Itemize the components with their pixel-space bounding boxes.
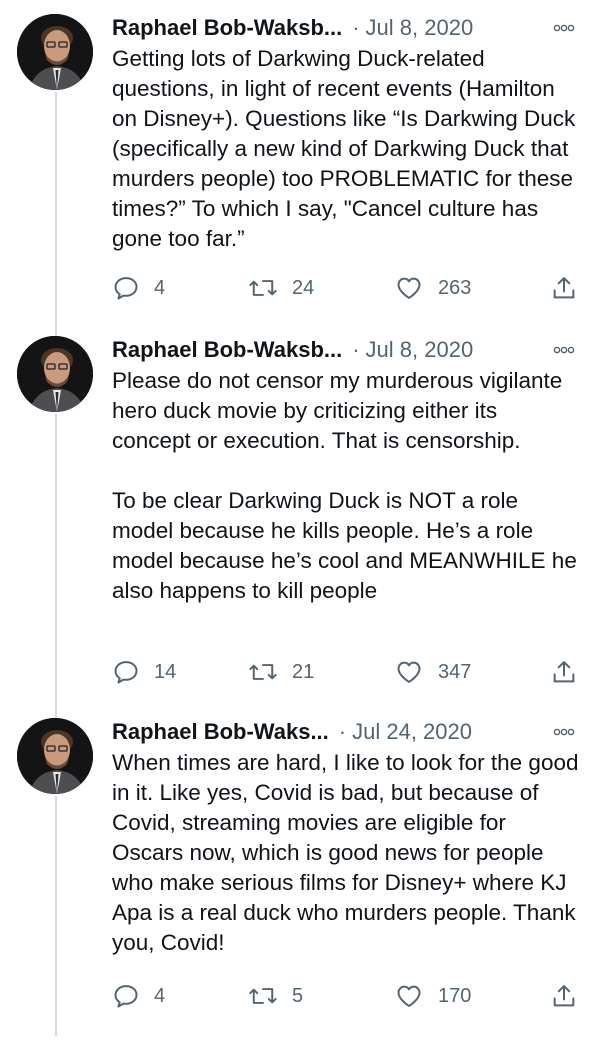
- like-button[interactable]: 170: [394, 979, 471, 1013]
- retweet-button[interactable]: 24: [248, 271, 314, 305]
- author-name[interactable]: Raphael Bob-Waks...: [112, 719, 329, 744]
- reply-icon: [114, 661, 138, 684]
- heart-icon: [397, 661, 421, 683]
- share-icon: [553, 277, 575, 299]
- tweet-text: When times are hard, I like to look for …: [112, 750, 585, 955]
- tweet-header: Raphael Bob-Waksb... · Jul 8, 2020: [112, 334, 579, 366]
- tweet-date[interactable]: Jul 8, 2020: [366, 15, 474, 40]
- retweet-count: 24: [292, 277, 315, 299]
- tweet-text: Getting lots of Darkwing Duck-related qu…: [112, 46, 582, 251]
- share-button[interactable]: [550, 979, 592, 1013]
- share-icon: [553, 661, 575, 683]
- share-button[interactable]: [550, 655, 592, 689]
- like-count: 347: [438, 661, 472, 683]
- retweet-button[interactable]: 5: [248, 979, 303, 1013]
- reply-count: 14: [154, 661, 177, 683]
- tweet-text: Please do not censor my murderous vigila…: [112, 368, 577, 603]
- retweet-count: 21: [292, 661, 315, 683]
- retweet-button[interactable]: 21: [248, 655, 314, 689]
- reply-count: 4: [154, 985, 166, 1007]
- more-options-icon[interactable]: [551, 12, 577, 44]
- author-name[interactable]: Raphael Bob-Waksb...: [112, 337, 342, 362]
- more-options-icon[interactable]: [551, 716, 577, 748]
- tweet[interactable]: Raphael Bob-Waksb... · Jul 8, 2020 Please …: [0, 322, 599, 702]
- reply-button[interactable]: 4: [112, 271, 165, 305]
- separator-dot: ·: [352, 15, 360, 40]
- retweet-icon: [249, 988, 277, 1004]
- share-button[interactable]: [550, 271, 592, 305]
- tweet[interactable]: Raphael Bob-Waksb... · Jul 8, 2020 Getting…: [0, 0, 599, 320]
- tweet[interactable]: Raphael Bob-Waks... · Jul 24, 2020 When ti…: [0, 704, 599, 1040]
- tweet-actions: 4 24 263: [112, 271, 582, 305]
- avatar[interactable]: [17, 14, 93, 90]
- avatar[interactable]: [17, 718, 93, 794]
- tweet-date[interactable]: Jul 24, 2020: [352, 719, 472, 744]
- tweet-date[interactable]: Jul 8, 2020: [366, 337, 474, 362]
- retweet-icon: [249, 664, 277, 680]
- heart-icon: [397, 985, 421, 1007]
- separator-dot: ·: [338, 719, 347, 744]
- reply-button[interactable]: 14: [112, 655, 176, 689]
- tweet-actions: 4 5 170: [112, 979, 582, 1013]
- tweet-actions: 14 21 347: [112, 655, 582, 689]
- reply-count: 4: [154, 277, 166, 299]
- avatar[interactable]: [17, 336, 93, 412]
- reply-button[interactable]: 4: [112, 979, 165, 1013]
- share-icon: [553, 985, 575, 1007]
- retweet-icon: [249, 280, 277, 296]
- reply-icon: [114, 277, 138, 300]
- like-count: 263: [438, 277, 472, 299]
- retweet-count: 5: [292, 985, 304, 1007]
- reply-icon: [114, 985, 138, 1008]
- more-options-icon[interactable]: [551, 334, 577, 366]
- heart-icon: [397, 277, 421, 299]
- like-button[interactable]: 263: [394, 271, 471, 305]
- like-count: 170: [438, 985, 472, 1007]
- like-button[interactable]: 347: [394, 655, 471, 689]
- author-name[interactable]: Raphael Bob-Waksb...: [112, 15, 342, 40]
- tweet-header: Raphael Bob-Waks... · Jul 24, 2020: [112, 716, 579, 748]
- tweet-header: Raphael Bob-Waksb... · Jul 8, 2020: [112, 12, 579, 44]
- separator-dot: ·: [352, 337, 360, 362]
